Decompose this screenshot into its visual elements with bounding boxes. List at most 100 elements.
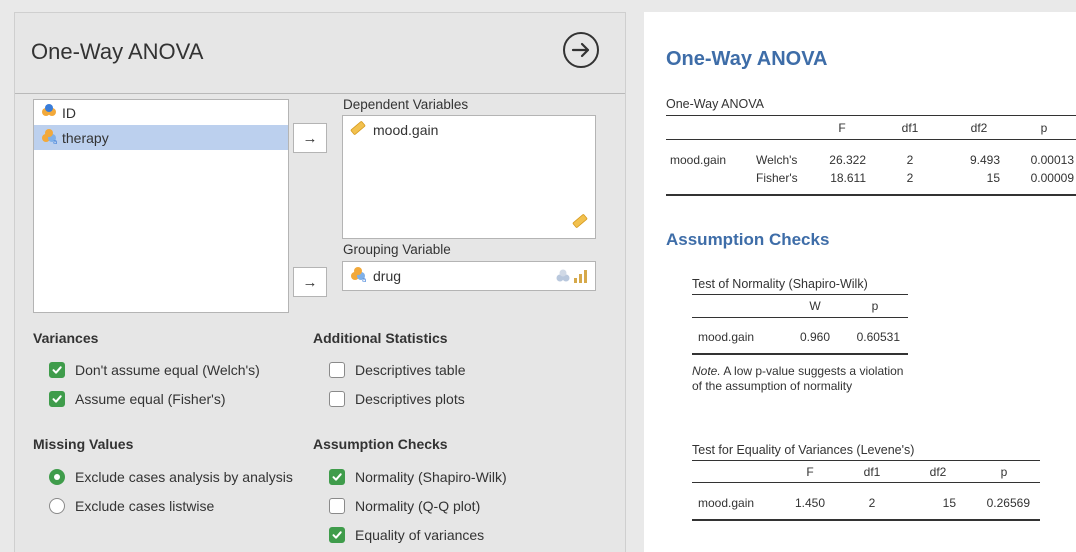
table-rule <box>666 139 1076 140</box>
cell: 2 <box>868 496 876 510</box>
option-label: Assume equal (Fisher's) <box>75 391 226 407</box>
levene-table-title: Test for Equality of Variances (Levene's… <box>692 443 915 457</box>
normality-qq-option[interactable]: Normality (Q-Q plot) <box>329 498 480 514</box>
additional-statistics-section-title: Additional Statistics <box>313 330 448 346</box>
variable-name: ID <box>62 104 76 121</box>
cell: 0.00013 <box>1030 153 1074 167</box>
move-to-dependent-button[interactable]: → <box>293 123 327 153</box>
header-cell: df1 <box>901 121 919 135</box>
results-title: One-Way ANOVA <box>666 48 828 70</box>
dependent-variables-box[interactable]: mood.gain <box>342 115 596 239</box>
unchecked-checkbox-icon[interactable] <box>329 391 345 407</box>
descriptives-table-option[interactable]: Descriptives table <box>329 362 466 378</box>
equality-variances-option[interactable]: Equality of variances <box>329 527 484 543</box>
results-panel: One-Way ANOVA One-Way ANOVA F df1 df2 p … <box>644 12 1076 552</box>
note-label: Note. <box>692 364 721 378</box>
normality-shapiro-option[interactable]: Normality (Shapiro-Wilk) <box>329 469 507 485</box>
svg-text:a: a <box>362 276 366 282</box>
cell: 15 <box>986 171 1000 185</box>
grouping-variable-label: Grouping Variable <box>343 242 451 257</box>
header-cell: p <box>1000 465 1008 479</box>
nominal-ordinal-type-icon <box>555 268 589 289</box>
variable-name: therapy <box>62 129 109 146</box>
checked-checkbox-icon[interactable] <box>49 391 65 407</box>
analysis-options-panel: One-Way ANOVA ID a therapy → Dependent V… <box>14 12 626 552</box>
variances-section-title: Variances <box>33 330 99 346</box>
cell: 18.611 <box>830 171 866 185</box>
dependent-item[interactable]: mood.gain <box>349 120 438 139</box>
svg-text:a: a <box>53 138 57 144</box>
header-cell: df2 <box>929 465 947 479</box>
nominal-variable-icon: a <box>40 128 62 147</box>
unselected-radio-icon[interactable] <box>49 498 65 514</box>
exclude-analysis-option[interactable]: Exclude cases analysis by analysis <box>49 469 293 485</box>
cell: 15 <box>942 496 956 510</box>
nominal-variable-icon: a <box>349 266 373 285</box>
nominal-id-variable-icon <box>40 103 62 122</box>
missing-values-section-title: Missing Values <box>33 436 134 452</box>
variable-list[interactable]: ID a therapy <box>33 99 289 313</box>
cell: 0.960 <box>799 330 831 344</box>
welch-option[interactable]: Don't assume equal (Welch's) <box>49 362 260 378</box>
header-cell: df1 <box>863 465 881 479</box>
collapse-arrow-button[interactable] <box>563 32 599 68</box>
option-label: Normality (Q-Q plot) <box>355 498 481 514</box>
option-label: Equality of variances <box>355 527 485 543</box>
grouping-item-label: drug <box>373 267 402 284</box>
table-rule <box>692 482 1040 483</box>
checked-checkbox-icon[interactable] <box>329 527 345 543</box>
arrow-right-icon: → <box>302 273 318 291</box>
option-label: Descriptives table <box>355 362 466 378</box>
analysis-title: One-Way ANOVA <box>31 39 204 64</box>
option-label: Don't assume equal (Welch's) <box>75 362 260 378</box>
cell: 9.493 <box>969 153 1000 167</box>
grouping-item[interactable]: a drug <box>349 266 401 285</box>
cell: 26.322 <box>829 153 866 167</box>
fisher-option[interactable]: Assume equal (Fisher's) <box>49 391 226 407</box>
cell: Fisher's <box>756 171 798 185</box>
selected-radio-icon[interactable] <box>49 469 65 485</box>
continuous-variable-icon <box>349 120 373 139</box>
cell: 0.00009 <box>1030 171 1074 185</box>
checked-checkbox-icon[interactable] <box>49 362 65 378</box>
cell: 1.450 <box>794 496 826 510</box>
header-cell: p <box>871 299 879 313</box>
cell: 2 <box>906 171 914 185</box>
table-rule <box>666 194 1076 196</box>
title-divider <box>15 93 625 94</box>
option-label: Exclude cases analysis by analysis <box>75 469 293 485</box>
grouping-variable-box[interactable]: a drug <box>342 261 596 291</box>
move-to-grouping-button[interactable]: → <box>293 267 327 297</box>
table-rule <box>666 115 1076 116</box>
variable-item-id[interactable]: ID <box>34 100 288 125</box>
checked-checkbox-icon[interactable] <box>329 469 345 485</box>
table-rule <box>692 353 908 355</box>
cell: 2 <box>906 153 914 167</box>
header-cell: df2 <box>970 121 988 135</box>
option-label: Descriptives plots <box>355 391 465 407</box>
note-text: A low p-value suggests a violation of th… <box>692 364 904 393</box>
arrow-right-icon: → <box>302 129 318 147</box>
header-cell: p <box>1040 121 1048 135</box>
cell: mood.gain <box>698 330 755 344</box>
header-cell: F <box>838 121 846 135</box>
table-rule <box>692 519 1040 521</box>
continuous-type-icon <box>571 213 589 234</box>
assumption-checks-section-title: Assumption Checks <box>313 436 448 452</box>
cell: 0.26569 <box>986 496 1030 510</box>
normality-table-title: Test of Normality (Shapiro-Wilk) <box>692 277 868 291</box>
cell: 0.60531 <box>856 330 900 344</box>
anova-table-title: One-Way ANOVA <box>666 97 764 111</box>
cell: mood.gain <box>698 496 755 510</box>
variable-item-therapy[interactable]: a therapy <box>34 125 288 150</box>
descriptives-plots-option[interactable]: Descriptives plots <box>329 391 465 407</box>
table-rule <box>692 317 908 318</box>
assumption-checks-heading: Assumption Checks <box>666 230 830 249</box>
unchecked-checkbox-icon[interactable] <box>329 362 345 378</box>
dependent-item-label: mood.gain <box>373 121 439 138</box>
unchecked-checkbox-icon[interactable] <box>329 498 345 514</box>
exclude-listwise-option[interactable]: Exclude cases listwise <box>49 498 214 514</box>
cell: mood.gain <box>670 153 727 167</box>
header-cell: W <box>809 299 821 313</box>
normality-note: Note. A low p-value suggests a violation… <box>692 364 912 394</box>
